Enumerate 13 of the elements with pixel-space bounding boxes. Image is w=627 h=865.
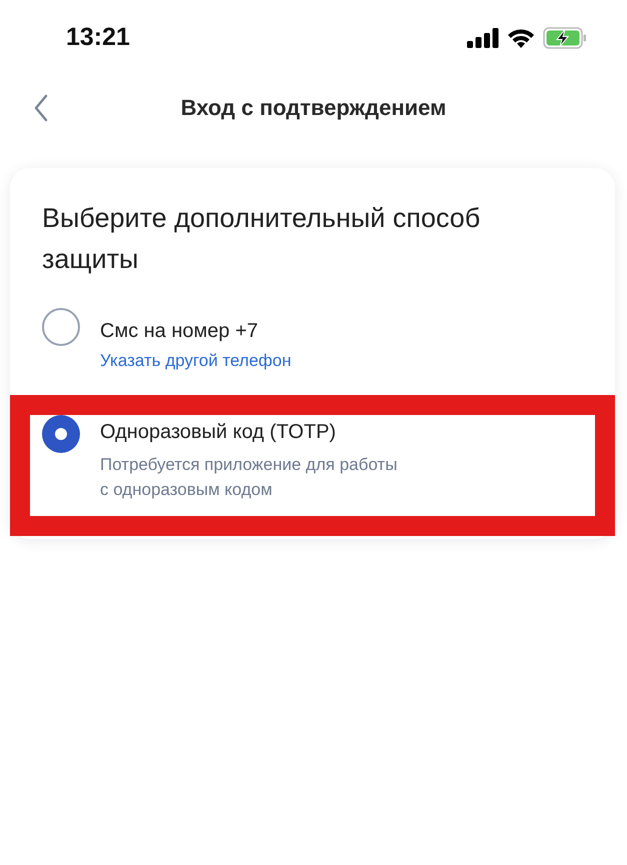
- option-label: Одноразовый код (TOTP): [100, 421, 337, 444]
- battery-charging-icon: [543, 26, 587, 48]
- option-label: Смс на номер +7: [100, 320, 259, 343]
- status-time: 13:21: [66, 23, 130, 52]
- signal-icon: [467, 28, 499, 48]
- change-phone-link[interactable]: Указать другой телефон: [100, 351, 292, 371]
- back-icon[interactable]: [34, 94, 48, 122]
- radio-button[interactable]: [42, 415, 80, 453]
- wifi-icon: [507, 27, 535, 48]
- screen-title: Вход с подтверждением: [180, 94, 446, 120]
- card-title: Выберите дополнительный способ защиты: [42, 202, 482, 276]
- radio-button[interactable]: [42, 308, 80, 346]
- option-description: Потребуется приложение для работы с одноразовым кодом: [100, 454, 398, 501]
